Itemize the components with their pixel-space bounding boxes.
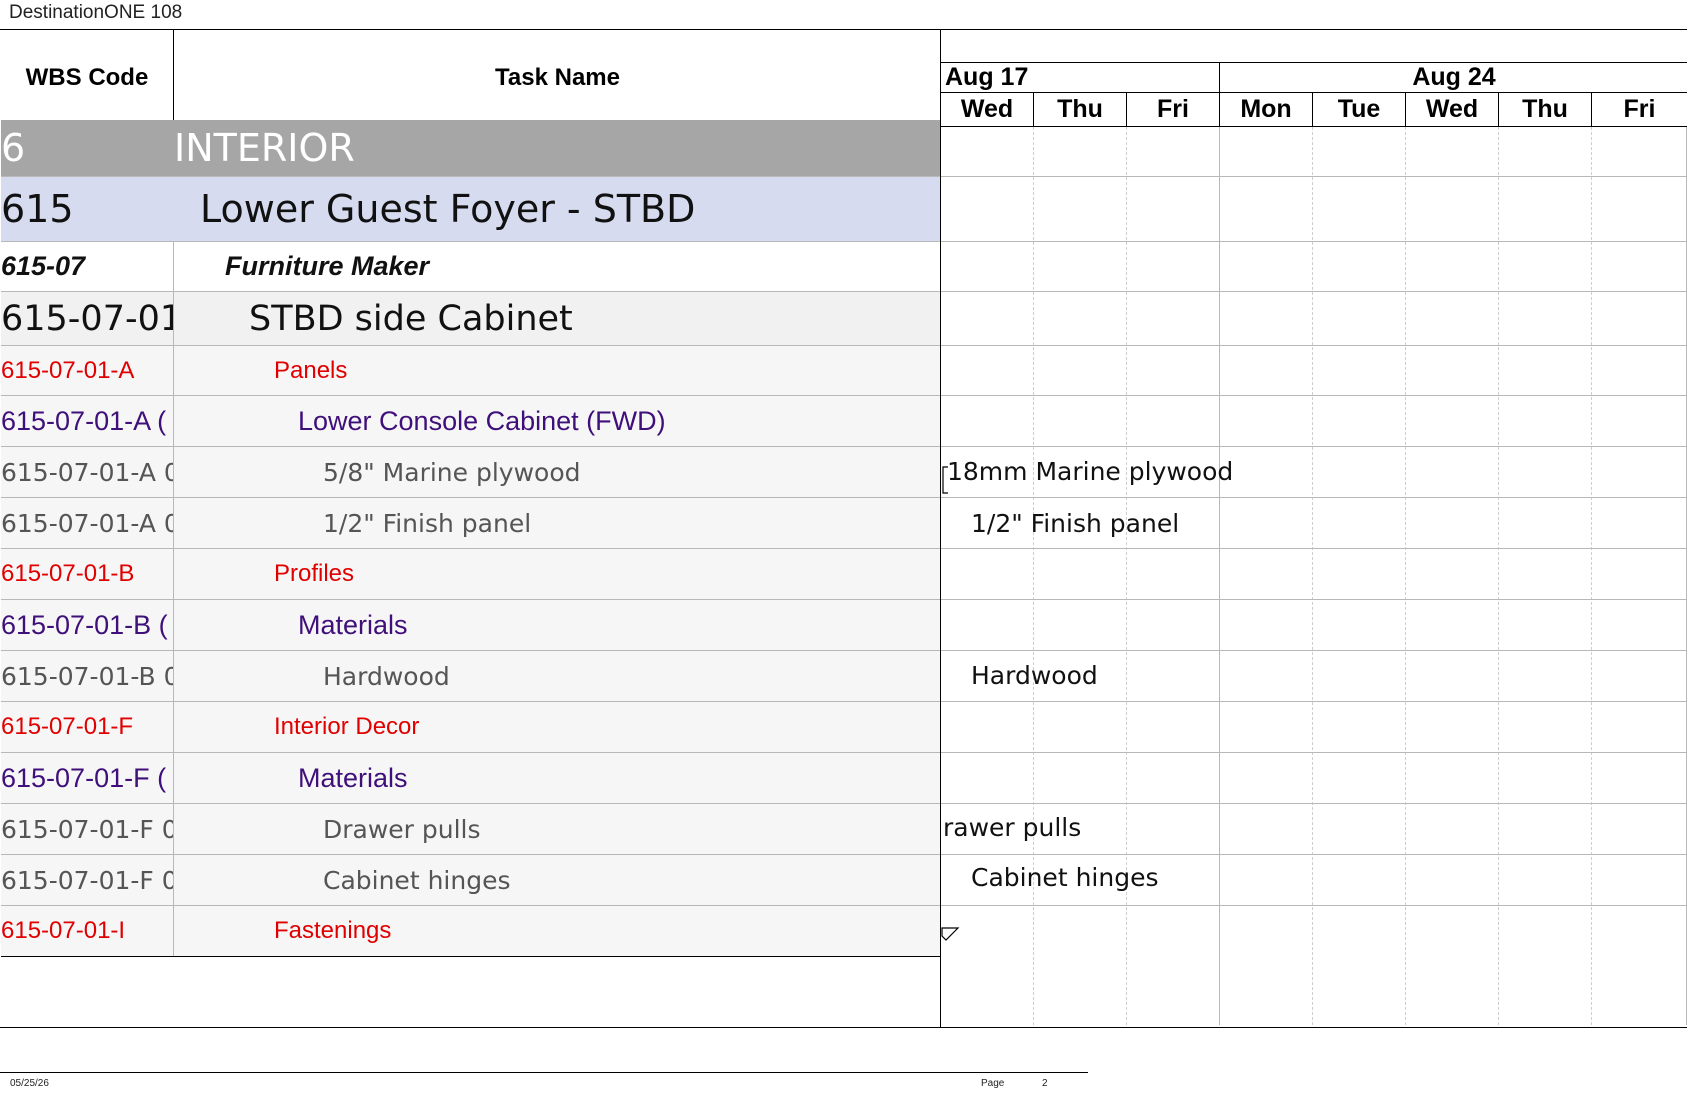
table-row[interactable]: 615-07-01-A ( Lower Console Cabinet (FWD… — [1, 396, 941, 447]
week-header: Aug 24 — [1220, 62, 1687, 93]
wbs-code-cell: 615-07-01-F 01 — [1, 804, 174, 854]
footer-divider — [0, 1072, 1088, 1073]
week-header: Aug 17 — [941, 62, 1220, 93]
wbs-code-cell: 615-07-01-A — [1, 346, 174, 395]
task-name-cell: Materials — [298, 609, 408, 640]
table-header: WBS Code Task Name — [1, 29, 941, 128]
gantt-row-divider — [941, 395, 1687, 396]
wbs-code-cell: 615 — [1, 187, 74, 231]
wbs-code-cell: 615-07-01-F 01 — [1, 855, 174, 905]
table-row[interactable]: 615-07-01-F 01 Cabinet hinges — [1, 855, 941, 906]
day-header: Tue — [1313, 93, 1406, 127]
wbs-code-cell: 615-07-01-A 0 — [1, 447, 174, 497]
table-row[interactable]: 615 Lower Guest Foyer - STBD — [1, 177, 941, 242]
task-name-cell: Interior Decor — [274, 713, 420, 740]
task-name-cell: Drawer pulls — [323, 814, 481, 844]
table-row[interactable]: 6 INTERIOR — [1, 120, 941, 177]
wbs-code-cell: 615-07-01-A ( — [1, 396, 174, 446]
gantt-row-divider — [941, 548, 1687, 549]
table-row[interactable]: 615-07-01-B Profiles — [1, 549, 941, 600]
table-row[interactable]: 615-07-01-I Fastenings — [1, 906, 941, 957]
day-header: Mon — [1220, 93, 1313, 127]
gantt-row-divider — [941, 241, 1687, 242]
gantt-row-divider — [941, 752, 1687, 753]
task-name-cell: 1/2" Finish panel — [323, 508, 532, 538]
milestone-marker-icon — [941, 927, 960, 941]
week-label: Aug 17 — [945, 63, 1029, 91]
day-header: Thu — [1499, 93, 1592, 127]
day-header: Fri — [1592, 93, 1687, 127]
gantt-task-label[interactable]: Hardwood — [971, 661, 1098, 690]
gantt-row-divider — [941, 905, 1687, 906]
table-row[interactable]: 615-07-01-A 0 1/2" Finish panel — [1, 498, 941, 549]
gantt-task-label[interactable]: rawer pulls — [943, 813, 1081, 842]
task-name-cell: Cabinet hinges — [323, 865, 511, 895]
table-row[interactable]: 615-07-01-B ( Materials — [1, 600, 941, 651]
footer-date: 05/25/26 — [10, 1078, 49, 1089]
gantt-task-label[interactable]: 1/2" Finish panel — [971, 509, 1179, 538]
table-row[interactable]: 615-07-01-A 0 5/8" Marine plywood — [1, 447, 941, 498]
column-header-wbs-code[interactable]: WBS Code — [1, 29, 174, 127]
gantt-row-divider — [941, 650, 1687, 651]
gantt-task-label[interactable]: 18mm Marine plywood — [947, 457, 1233, 486]
day-header: Wed — [1406, 93, 1499, 127]
gantt-chart: Aug 17 Aug 24 Wed Thu Fri Mon Tue Wed Th… — [940, 29, 1687, 1027]
gantt-row-divider — [941, 803, 1687, 804]
table-row[interactable]: 615-07-01-F 01 Drawer pulls — [1, 804, 941, 855]
table-row[interactable]: 615-07-01-F ( Materials — [1, 753, 941, 804]
table-row[interactable]: 615-07-01-B 0 Hardwood — [1, 651, 941, 702]
day-column — [1406, 127, 1499, 1025]
day-header: Fri — [1127, 93, 1220, 127]
day-header: Wed — [941, 93, 1034, 127]
gantt-row-divider — [941, 446, 1687, 447]
wbs-code-cell: 615-07-01-B — [1, 549, 174, 599]
week-label: Aug 24 — [1412, 63, 1496, 91]
gantt-row-divider — [941, 345, 1687, 346]
wbs-code-cell: 615-07-01-F ( — [1, 753, 174, 803]
day-column — [1220, 127, 1313, 1025]
gantt-header-top — [941, 29, 1687, 63]
task-name-cell: 5/8" Marine plywood — [323, 457, 581, 487]
task-name-cell: Hardwood — [323, 661, 450, 691]
day-column — [1499, 127, 1592, 1025]
task-name-cell: Profiles — [274, 560, 355, 587]
gantt-row-divider — [941, 497, 1687, 498]
table-bottom-border — [0, 1027, 1687, 1028]
wbs-code-cell: 615-07 — [1, 242, 174, 291]
task-name-cell: Lower Guest Foyer - STBD — [200, 187, 696, 231]
gantt-row-divider — [941, 854, 1687, 855]
wbs-code-cell: 615-07-01-B 0 — [1, 651, 174, 701]
task-name-cell: STBD side Cabinet — [249, 298, 573, 339]
task-name-cell: Materials — [298, 762, 408, 793]
wbs-code-cell: 615-07-01-F — [1, 702, 174, 752]
wbs-code-cell: 615-07-01-I — [1, 906, 174, 956]
table-row[interactable]: 615-07 Furniture Maker — [1, 242, 941, 292]
day-column — [1313, 127, 1406, 1025]
gantt-row-divider — [941, 599, 1687, 600]
gantt-row-divider — [941, 701, 1687, 702]
summary-bracket-icon — [942, 466, 948, 494]
table-row[interactable]: 615-07-01-A Panels — [1, 346, 941, 396]
day-column — [1592, 127, 1687, 1025]
gantt-row-divider — [941, 176, 1687, 177]
task-name-cell: Panels — [274, 356, 348, 384]
task-name-cell: Fastenings — [274, 917, 392, 944]
task-name-cell: INTERIOR — [174, 126, 355, 170]
task-name-cell: Lower Console Cabinet (FWD) — [298, 405, 666, 436]
wbs-code-cell: 615-07-01-A 0 — [1, 498, 174, 548]
table-row[interactable]: 615-07-01 STBD side Cabinet — [1, 292, 941, 346]
day-header: Thu — [1034, 93, 1127, 127]
table-row[interactable]: 615-07-01-F Interior Decor — [1, 702, 941, 753]
gantt-task-label[interactable]: Cabinet hinges — [971, 863, 1158, 892]
gantt-row-divider — [941, 291, 1687, 292]
window-title: DestinationONE 108 — [9, 2, 183, 23]
wbs-code-cell: 615-07-01-B ( — [1, 600, 174, 650]
task-name-cell: Furniture Maker — [225, 251, 430, 281]
footer-page-label: Page — [981, 1078, 1005, 1089]
wbs-code-cell: 615-07-01 — [1, 292, 174, 345]
column-header-task-name[interactable]: Task Name — [174, 29, 941, 127]
wbs-code-cell: 6 — [1, 126, 26, 170]
footer-page-number: 2 — [1042, 1078, 1048, 1089]
